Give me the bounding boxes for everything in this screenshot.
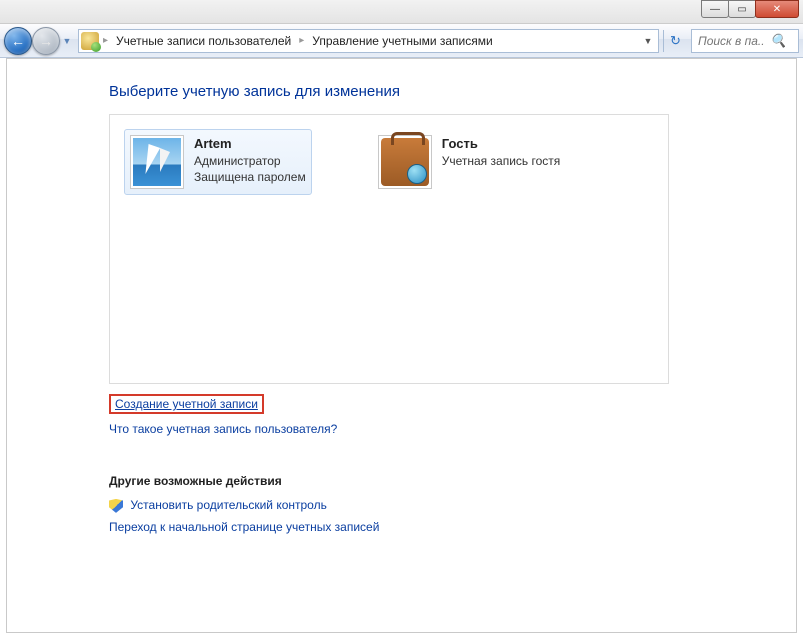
- breadcrumb-manage-accounts[interactable]: Управление учетными записями: [308, 32, 496, 50]
- avatar: [130, 135, 184, 189]
- toolbar: ← → ▼ ▸ Учетные записи пользователей ▸ У…: [0, 24, 803, 58]
- breadcrumb-sep-icon: ▸: [103, 35, 108, 46]
- close-button[interactable]: ✕: [755, 0, 799, 18]
- suitcase-icon: [381, 138, 429, 186]
- other-actions-heading: Другие возможные действия: [109, 474, 736, 488]
- shield-icon: [109, 499, 123, 513]
- goto-accounts-home-link[interactable]: Переход к начальной странице учетных зап…: [109, 520, 379, 534]
- maximize-button[interactable]: ▭: [728, 0, 756, 18]
- forward-button: →: [32, 27, 60, 55]
- account-name: Гость: [442, 135, 561, 153]
- minimize-button[interactable]: —: [701, 0, 729, 18]
- search-icon: 🔍: [770, 33, 786, 49]
- account-item-guest[interactable]: Гость Учетная запись гостя: [372, 129, 567, 195]
- breadcrumb-user-accounts[interactable]: Учетные записи пользователей: [112, 32, 295, 50]
- titlebar: — ▭ ✕: [0, 0, 803, 24]
- back-button[interactable]: ←: [4, 27, 32, 55]
- window-buttons: — ▭ ✕: [702, 0, 799, 18]
- sailboat-icon: [133, 138, 181, 186]
- account-role: Администратор: [194, 153, 306, 169]
- search-box[interactable]: 🔍: [691, 29, 799, 53]
- address-dropdown-icon[interactable]: ▼: [640, 36, 656, 46]
- account-status: Защищена паролем: [194, 169, 306, 185]
- nav-buttons: ← → ▼: [4, 27, 74, 55]
- parental-controls-link[interactable]: Установить родительский контроль: [130, 498, 327, 512]
- account-item-artem[interactable]: Artem Администратор Защищена паролем: [124, 129, 312, 195]
- page-title: Выберите учетную запись для изменения: [109, 83, 736, 100]
- search-input[interactable]: [696, 33, 766, 49]
- breadcrumb-sep-icon: ▸: [299, 35, 304, 46]
- nav-history-dropdown[interactable]: ▼: [60, 30, 74, 52]
- account-info: Гость Учетная запись гостя: [442, 135, 561, 169]
- accounts-list: Artem Администратор Защищена паролем Гос…: [109, 114, 669, 384]
- account-info: Artem Администратор Защищена паролем: [194, 135, 306, 185]
- create-account-link[interactable]: Создание учетной записи: [109, 394, 264, 414]
- links-section: Создание учетной записи Что такое учетна…: [109, 394, 736, 542]
- avatar: [378, 135, 432, 189]
- user-accounts-icon: [81, 32, 99, 50]
- account-role: Учетная запись гостя: [442, 153, 561, 169]
- content-area: Выберите учетную запись для изменения Ar…: [6, 58, 797, 633]
- what-is-account-link[interactable]: Что такое учетная запись пользователя?: [109, 422, 337, 436]
- address-bar[interactable]: ▸ Учетные записи пользователей ▸ Управле…: [78, 29, 659, 53]
- account-name: Artem: [194, 135, 306, 153]
- refresh-button[interactable]: ↻: [663, 30, 687, 52]
